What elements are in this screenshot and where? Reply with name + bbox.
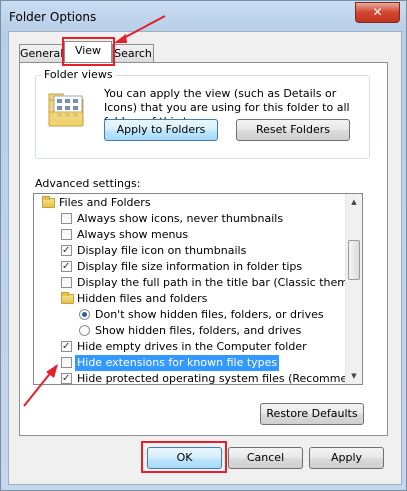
cancel-button[interactable]: Cancel	[228, 447, 303, 469]
scroll-down-arrow-icon[interactable]: ▼	[346, 368, 362, 384]
setting-label: Display file icon on thumbnails	[77, 244, 247, 257]
checkbox[interactable]	[61, 371, 72, 384]
tree-item-label: Hidden files and folders	[77, 292, 208, 305]
annotation-arrow-icon	[114, 15, 166, 43]
setting-label: Always show icons, never thumbnails	[77, 212, 284, 225]
vertical-scrollbar[interactable]: ▲ ▼	[345, 194, 362, 384]
annotation-highlight-ok-button	[141, 441, 227, 473]
tree-item-label: Files and Folders	[59, 196, 151, 209]
setting-always-show-icons[interactable]: Always show icons, never thumbnails	[34, 211, 344, 227]
setting-hide-protected-files[interactable]: Hide protected operating system files (R…	[34, 371, 362, 384]
checkbox[interactable]	[61, 243, 72, 259]
tree-item-files-and-folders[interactable]: Files and Folders	[34, 195, 344, 211]
apply-button[interactable]: Apply	[309, 447, 384, 469]
radio-button[interactable]	[79, 325, 90, 336]
setting-hide-empty-drives[interactable]: Hide empty drives in the Computer folder	[34, 339, 344, 355]
setting-always-show-menus[interactable]: Always show menus	[34, 227, 344, 243]
setting-label: Don't show hidden files, folders, or dri…	[95, 308, 324, 321]
setting-label: Display file size information in folder …	[77, 260, 303, 273]
folder-icon	[42, 196, 55, 208]
checkbox[interactable]	[61, 213, 72, 224]
setting-display-file-icon-thumbnails[interactable]: Display file icon on thumbnails	[34, 243, 344, 259]
setting-label: Hide empty drives in the Computer folder	[77, 340, 307, 353]
tab-search[interactable]: Search	[112, 44, 154, 62]
radio-button[interactable]	[79, 309, 90, 320]
close-icon: ✕	[372, 5, 383, 19]
setting-show-hidden[interactable]: Show hidden files, folders, and drives	[34, 323, 344, 339]
scroll-thumb[interactable]	[348, 240, 360, 280]
advanced-settings-tree[interactable]: Files and Folders Always show icons, nev…	[33, 193, 363, 385]
setting-display-full-path[interactable]: Display the full path in the title bar (…	[34, 275, 362, 291]
apply-to-folders-button[interactable]: Apply to Folders	[104, 119, 218, 141]
setting-label: Hide protected operating system files (R…	[77, 372, 363, 385]
checkbox[interactable]	[61, 229, 72, 240]
reset-folders-button[interactable]: Reset Folders	[236, 119, 350, 141]
window-title: Folder Options	[9, 10, 97, 24]
setting-dont-show-hidden[interactable]: Don't show hidden files, folders, or dri…	[34, 307, 344, 323]
title-bar[interactable]: Folder Options ✕	[1, 1, 406, 31]
setting-label: Always show menus	[77, 228, 189, 241]
setting-display-file-size-info[interactable]: Display file size information in folder …	[34, 259, 344, 275]
folder-icon	[61, 292, 74, 304]
annotation-arrow-icon	[23, 364, 58, 407]
close-button[interactable]: ✕	[355, 2, 400, 23]
setting-label-selected: Hide extensions for known file types	[75, 355, 280, 371]
advanced-settings-label: Advanced settings:	[35, 177, 141, 190]
setting-label: Show hidden files, folders, and drives	[95, 324, 302, 337]
checkbox[interactable]	[61, 339, 72, 355]
checkbox[interactable]	[61, 357, 72, 368]
tab-view[interactable]: View	[64, 41, 112, 62]
tab-general[interactable]: General	[19, 44, 64, 62]
setting-hide-extensions[interactable]: Hide extensions for known file types	[34, 355, 344, 371]
folder-views-legend: Folder views	[42, 68, 115, 81]
setting-label: Display the full path in the title bar (…	[77, 276, 363, 289]
checkbox[interactable]	[61, 259, 72, 275]
scroll-up-arrow-icon[interactable]: ▲	[346, 194, 362, 210]
tree-item-hidden-files[interactable]: Hidden files and folders	[34, 291, 344, 307]
checkbox[interactable]	[61, 277, 72, 288]
restore-defaults-button[interactable]: Restore Defaults	[260, 403, 364, 425]
folder-views-icon	[47, 92, 87, 128]
